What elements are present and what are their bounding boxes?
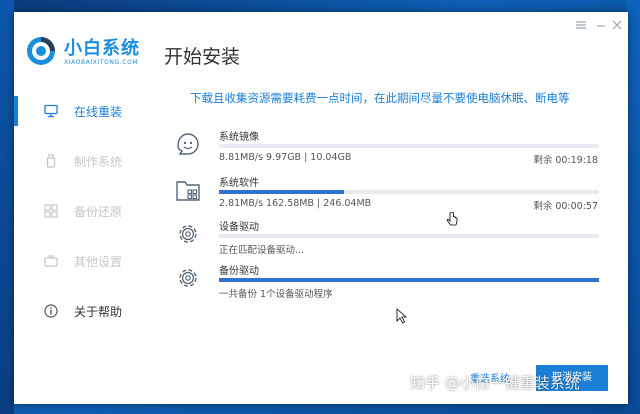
- progress-track: [219, 234, 599, 238]
- item-remaining: 剩余 00:19:18: [533, 155, 598, 166]
- item-detail: 一共备份 1个设备驱动程序: [219, 289, 333, 300]
- download-item-system-image: 系统镜像 8.81MB/s 9.97GB | 10.04GB 剩余 00:19:…: [174, 130, 604, 170]
- sidebar-item-about-help[interactable]: 关于帮助: [14, 296, 148, 326]
- notice-text: 下载且收集资源需要耗费一点时间，在此期间尽量不要使电脑休眠、断电等: [190, 91, 570, 105]
- sidebar-item-label: 备份还原: [74, 205, 123, 219]
- brand-logo: 小白系统 XIAOBAIXITONG.COM: [26, 32, 146, 78]
- menu-icon[interactable]: [574, 18, 588, 32]
- smiley-face-icon: [177, 133, 199, 155]
- item-detail: 正在匹配设备驱动...: [219, 245, 305, 256]
- download-item-backup-driver: 备份驱动 一共备份 1个设备驱动程序: [174, 264, 604, 304]
- item-name: 备份驱动: [219, 266, 259, 277]
- sidebar-item-make-system[interactable]: 制作系统: [14, 146, 148, 176]
- close-icon[interactable]: [610, 18, 624, 32]
- sidebar-item-label: 其他设置: [74, 255, 123, 269]
- sidebar-item-label: 在线重装: [74, 105, 123, 119]
- progress-track: [219, 144, 599, 148]
- desktop-background-left: [0, 0, 14, 414]
- item-detail: 8.81MB/s 9.97GB | 10.04GB: [219, 152, 352, 163]
- sidebar-item-label: 制作系统: [74, 155, 123, 169]
- usb-drive-icon: [46, 154, 56, 168]
- gear-icon: [179, 225, 197, 243]
- brand-subtitle: XIAOBAIXITONG.COM: [64, 59, 139, 66]
- info-icon: [44, 304, 58, 318]
- brand-name: 小白系统: [64, 38, 140, 59]
- item-name: 设备驱动: [219, 222, 259, 233]
- sidebar: 小白系统 XIAOBAIXITONG.COM 在线重装 制作系统 备份还原 其他…: [14, 12, 148, 404]
- logo-icon: [27, 37, 55, 65]
- download-item-device-driver: 设备驱动 正在匹配设备驱动...: [174, 220, 604, 260]
- active-indicator: [14, 96, 18, 126]
- grid-icon: [44, 204, 58, 218]
- arrow-cursor-icon: [396, 308, 408, 324]
- desktop-background-right: [626, 0, 640, 414]
- sidebar-item-online-reinstall[interactable]: 在线重装: [14, 96, 148, 126]
- minimize-icon[interactable]: [594, 18, 608, 32]
- hand-cursor-icon: [446, 212, 458, 226]
- page-title: 开始安装: [164, 46, 241, 68]
- installer-window: 小白系统 XIAOBAIXITONG.COM 在线重装 制作系统 备份还原 其他…: [14, 12, 628, 404]
- monitor-icon: [44, 104, 58, 118]
- sidebar-item-backup-restore[interactable]: 备份还原: [14, 196, 148, 226]
- progress-fill: [219, 278, 599, 282]
- sidebar-item-label: 关于帮助: [74, 305, 123, 319]
- download-item-system-software: 系统软件 2.81MB/s 162.58MB | 246.04MB 剩余 00:…: [174, 176, 604, 216]
- progress-track: [219, 190, 599, 194]
- gear-icon: [179, 269, 197, 287]
- item-name: 系统软件: [219, 178, 259, 189]
- item-name: 系统镜像: [219, 132, 259, 143]
- item-detail: 2.81MB/s 162.58MB | 246.04MB: [219, 198, 372, 209]
- folder-icon: [176, 181, 200, 201]
- progress-fill: [219, 190, 345, 194]
- sidebar-item-other-settings[interactable]: 其他设置: [14, 246, 148, 276]
- item-remaining: 剩余 00:00:57: [533, 201, 598, 212]
- watermark: 知乎 @小白一键重装系统: [410, 374, 580, 392]
- briefcase-icon: [44, 255, 58, 267]
- progress-track: [219, 278, 599, 282]
